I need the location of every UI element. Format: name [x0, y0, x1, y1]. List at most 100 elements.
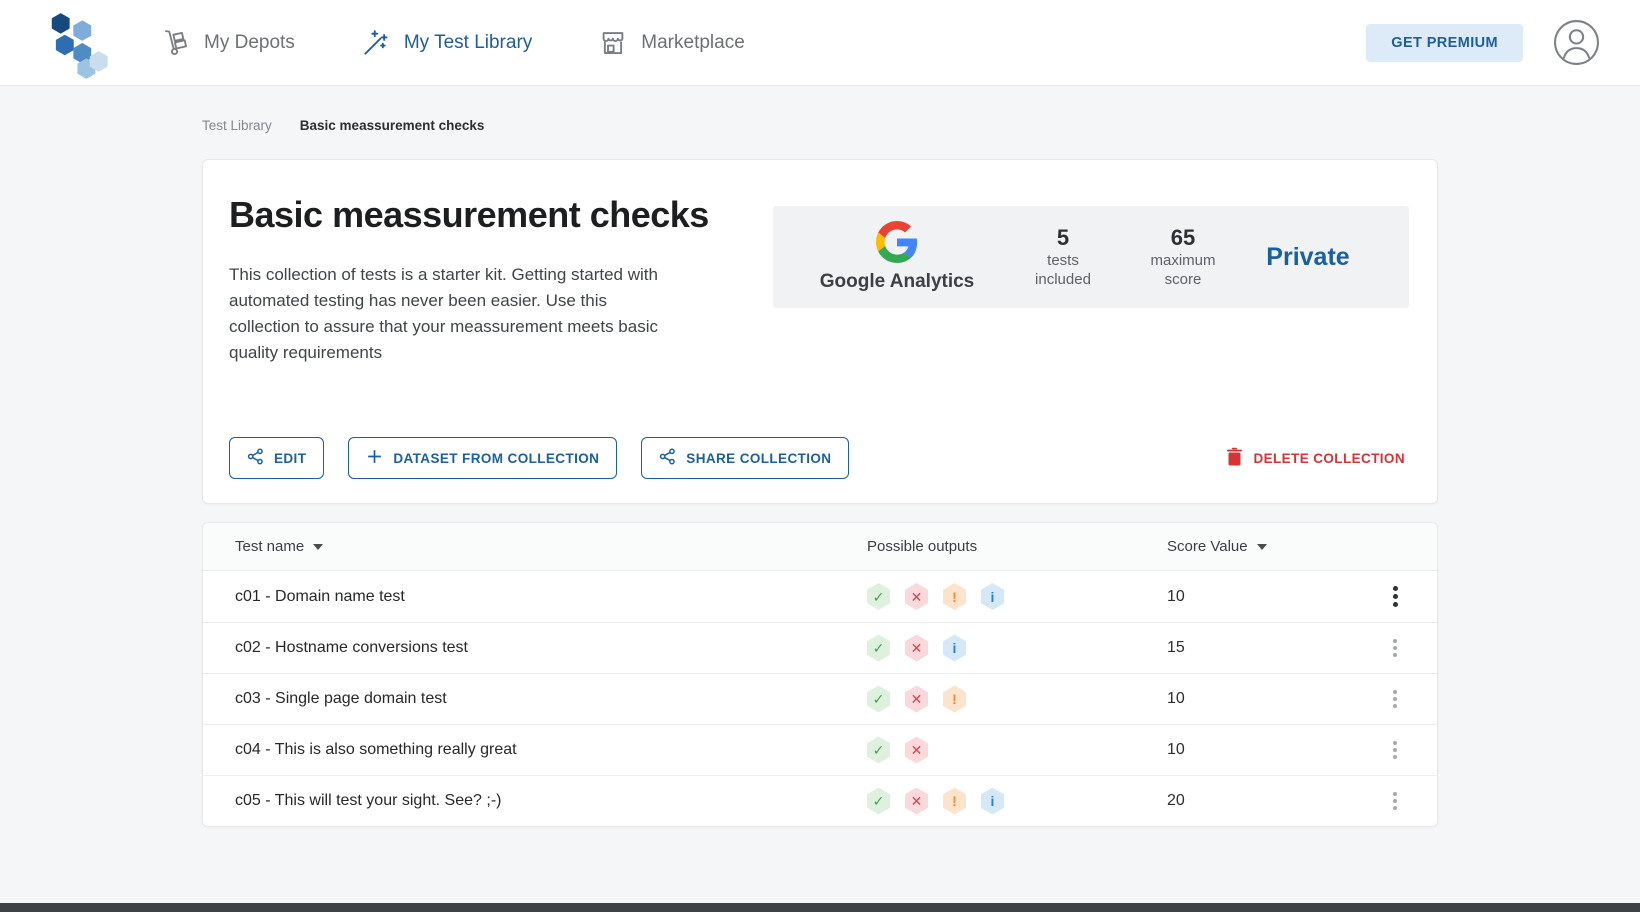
breadcrumb-parent[interactable]: Test Library: [202, 118, 272, 133]
nav-my-depots[interactable]: My Depots: [161, 28, 295, 58]
nav-right: GET PREMIUM: [1366, 19, 1600, 66]
success-hexagon-icon: ✓: [867, 788, 890, 815]
button-label: EDIT: [274, 451, 306, 466]
collection-card: Basic meassurement checks This collectio…: [202, 159, 1438, 504]
info-hexagon-icon: i: [943, 635, 966, 662]
column-test-name[interactable]: Test name: [203, 538, 843, 555]
hand-truck-icon: [161, 28, 191, 58]
possible-outputs: ✓ ✕! i: [843, 788, 1143, 815]
score-value: 20: [1143, 792, 1353, 810]
fail-hexagon-icon: ✕: [905, 737, 928, 764]
row-menu-kebab-icon[interactable]: [1385, 735, 1405, 765]
column-label: Possible outputs: [867, 538, 977, 555]
column-possible-outputs: Possible outputs: [843, 538, 1143, 555]
row-menu-kebab-icon[interactable]: [1385, 684, 1405, 714]
nav-label: Marketplace: [641, 32, 745, 54]
visibility-badge: Private: [1243, 243, 1373, 272]
breadcrumb: Test Library Basic meassurement checks: [202, 118, 1438, 133]
column-score-value[interactable]: Score Value: [1143, 538, 1353, 555]
bottom-strip: [0, 903, 1640, 912]
row-menu-kebab-icon[interactable]: [1385, 786, 1405, 816]
possible-outputs: ✓✕: [843, 737, 1143, 764]
success-hexagon-icon: ✓: [867, 737, 890, 764]
table-row: c03 - Single page domain test ✓ ✕! 10: [203, 673, 1437, 724]
stat-value: 65: [1123, 224, 1243, 252]
warning-hexagon-icon: !: [943, 686, 966, 713]
row-menu-cell: [1353, 786, 1437, 816]
table-row: c04 - This is also something really grea…: [203, 724, 1437, 775]
fail-hexagon-icon: ✕: [905, 788, 928, 815]
row-menu-cell: [1353, 684, 1437, 714]
magic-wand-icon: [361, 28, 391, 58]
row-menu-kebab-icon[interactable]: [1385, 633, 1405, 663]
nav-my-test-library[interactable]: My Test Library: [361, 28, 532, 58]
column-label: Test name: [235, 538, 304, 555]
row-menu-kebab-icon[interactable]: [1385, 580, 1406, 613]
page-content: Test Library Basic meassurement checks B…: [202, 86, 1438, 827]
google-logo-icon: [876, 221, 918, 268]
row-menu-cell: [1353, 633, 1437, 663]
info-hexagon-icon: i: [981, 583, 1004, 610]
test-name: c02 - Hostname conversions test: [203, 639, 843, 657]
delete-collection-button[interactable]: DELETE COLLECTION: [1222, 439, 1409, 477]
stats-panel: Google Analytics 5 tests included 65 max…: [773, 206, 1409, 308]
dataset-from-collection-button[interactable]: DATASET FROM COLLECTION: [348, 437, 617, 479]
fail-hexagon-icon: ✕: [905, 635, 928, 662]
possible-outputs: ✓✕!i: [843, 583, 1143, 610]
score-value: 15: [1143, 639, 1353, 657]
row-menu-cell: [1353, 735, 1437, 765]
stat-maximum-score: 65 maximum score: [1123, 224, 1243, 289]
share-icon: [247, 448, 264, 468]
table-header: Test name Possible outputs Score Value: [203, 523, 1437, 571]
table-row: c05 - This will test your sight. See? ;-…: [203, 775, 1437, 826]
get-premium-button[interactable]: GET PREMIUM: [1366, 24, 1523, 62]
breadcrumb-current: Basic meassurement checks: [300, 118, 485, 133]
test-name: c04 - This is also something really grea…: [203, 741, 843, 759]
success-hexagon-icon: ✓: [867, 686, 890, 713]
test-name: c05 - This will test your sight. See? ;-…: [203, 792, 843, 810]
collection-actions: EDIT DATASET FROM COLLECTION SHARE COLLE…: [229, 437, 1409, 479]
score-value: 10: [1143, 741, 1353, 759]
test-name: c03 - Single page domain test: [203, 690, 843, 708]
profile-avatar-icon[interactable]: [1553, 19, 1600, 66]
share-icon: [659, 448, 676, 468]
stat-value: 5: [1003, 224, 1123, 252]
test-name: c01 - Domain name test: [203, 588, 843, 606]
warning-hexagon-icon: !: [943, 788, 966, 815]
storefront-icon: [598, 28, 628, 58]
edit-button[interactable]: EDIT: [229, 437, 324, 479]
fail-hexagon-icon: ✕: [905, 686, 928, 713]
nav-marketplace[interactable]: Marketplace: [598, 28, 745, 58]
page-title: Basic meassurement checks: [229, 194, 773, 236]
success-hexagon-icon: ✓: [867, 635, 890, 662]
button-label: SHARE COLLECTION: [686, 451, 831, 466]
possible-outputs: ✓ ✕!: [843, 686, 1143, 713]
tests-table: Test name Possible outputs Score Value c…: [202, 522, 1438, 827]
score-value: 10: [1143, 588, 1353, 606]
collection-description: This collection of tests is a starter ki…: [229, 262, 681, 366]
main-nav: My Depots My Test Library: [161, 28, 745, 58]
top-nav: My Depots My Test Library: [0, 0, 1640, 86]
sort-caret-icon: [313, 544, 323, 550]
column-label: Score Value: [1167, 538, 1248, 555]
button-label: DATASET FROM COLLECTION: [393, 451, 599, 466]
stat-tests-included: 5 tests included: [1003, 224, 1123, 289]
stat-label: tests included: [1019, 252, 1107, 290]
provider: Google Analytics: [791, 221, 1003, 293]
score-value: 10: [1143, 690, 1353, 708]
table-row: c02 - Hostname conversions test ✓ ✕ i 15: [203, 622, 1437, 673]
sort-caret-icon: [1257, 544, 1267, 550]
app-logo[interactable]: [35, 8, 109, 78]
fail-hexagon-icon: ✕: [905, 583, 928, 610]
warning-hexagon-icon: !: [943, 583, 966, 610]
nav-label: My Test Library: [404, 32, 532, 54]
table-body: c01 - Domain name test✓✕!i10c02 - Hostna…: [203, 571, 1437, 826]
info-hexagon-icon: i: [981, 788, 1004, 815]
stat-label: maximum score: [1139, 252, 1227, 290]
table-row: c01 - Domain name test✓✕!i10: [203, 571, 1437, 622]
plus-icon: [366, 448, 383, 468]
share-collection-button[interactable]: SHARE COLLECTION: [641, 437, 849, 479]
trash-icon: [1226, 447, 1243, 469]
possible-outputs: ✓ ✕ i: [843, 635, 1143, 662]
provider-name: Google Analytics: [820, 271, 975, 293]
